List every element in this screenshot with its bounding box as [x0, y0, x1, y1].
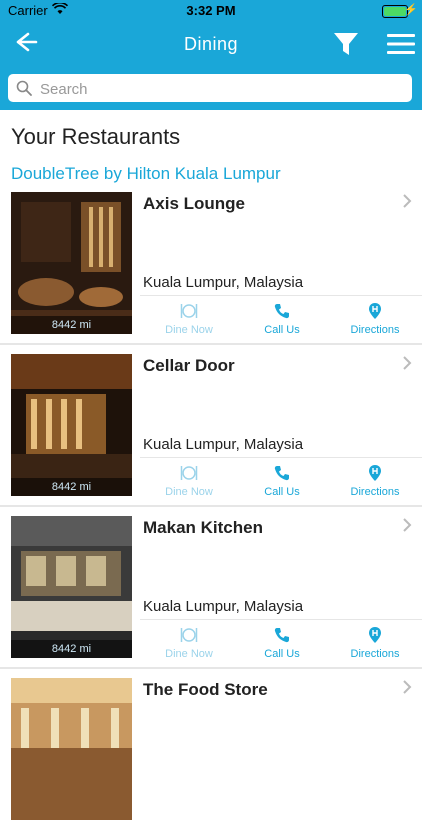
directions-label: Directions	[350, 648, 400, 660]
directions-button[interactable]: Directions	[328, 464, 422, 498]
phone-icon	[274, 304, 289, 319]
restaurant-photo-image	[11, 354, 132, 496]
dining-icon	[180, 466, 198, 480]
call-us-button[interactable]: Call Us	[235, 626, 329, 660]
dine-now-label: Dine Now	[165, 648, 213, 660]
call-us-button[interactable]: Call Us	[235, 464, 329, 498]
hotel-name[interactable]: DoubleTree by Hilton Kuala Lumpur	[11, 164, 281, 184]
distance-label: 8442 mi	[11, 640, 132, 658]
dine-now-label: Dine Now	[165, 324, 213, 336]
directions-button[interactable]: Directions	[328, 626, 422, 660]
restaurant-name[interactable]: Makan Kitchen	[143, 518, 263, 538]
directions-button[interactable]: Directions	[328, 302, 422, 336]
search-bar[interactable]	[8, 74, 412, 102]
dine-now-button[interactable]: Dine Now	[142, 626, 236, 660]
search-icon	[16, 80, 32, 96]
menu-icon[interactable]	[386, 32, 416, 56]
restaurant-photo: 8442 mi	[11, 516, 132, 658]
action-row: Dine Now Call Us Directions	[140, 295, 422, 336]
distance-label: 8442 mi	[11, 316, 132, 334]
restaurant-photo: 8442 mi	[11, 354, 132, 496]
navbar: Dining	[0, 22, 422, 66]
restaurant-name[interactable]: The Food Store	[143, 680, 268, 700]
map-pin-icon	[369, 303, 381, 319]
divider	[0, 667, 422, 669]
divider	[0, 343, 422, 345]
restaurant-photo-image	[11, 678, 132, 820]
dining-icon	[180, 628, 198, 642]
call-us-button[interactable]: Call Us	[235, 302, 329, 336]
directions-label: Directions	[350, 486, 400, 498]
restaurant-card[interactable]: 8442 mi Makan Kitchen Kuala Lumpur, Mala…	[0, 516, 422, 678]
action-row: Dine Now Call Us Directions	[140, 619, 422, 660]
distance-label: 8442 mi	[11, 478, 132, 496]
status-bar: Carrier 3:32 PM ⚡	[0, 0, 422, 22]
call-us-label: Call Us	[264, 486, 300, 498]
chevron-right-icon[interactable]	[402, 680, 412, 694]
phone-icon	[274, 466, 289, 481]
divider	[0, 505, 422, 507]
call-us-label: Call Us	[264, 324, 300, 336]
restaurant-location: Kuala Lumpur, Malaysia	[143, 436, 304, 453]
filter-icon[interactable]	[332, 30, 360, 58]
action-row: Dine Now Call Us Directions	[140, 457, 422, 498]
restaurant-location: Kuala Lumpur, Malaysia	[143, 598, 304, 615]
call-us-label: Call Us	[264, 648, 300, 660]
chevron-right-icon[interactable]	[402, 194, 412, 208]
restaurant-name[interactable]: Cellar Door	[143, 356, 235, 376]
dining-icon	[180, 304, 198, 318]
restaurant-photo: 8442 mi	[11, 192, 132, 334]
map-pin-icon	[369, 627, 381, 643]
chevron-right-icon[interactable]	[402, 518, 412, 532]
charging-icon: ⚡	[404, 4, 418, 16]
phone-icon	[274, 628, 289, 643]
restaurant-card[interactable]: The Food Store	[0, 678, 422, 840]
restaurant-photo-image	[11, 192, 132, 334]
map-pin-icon	[369, 465, 381, 481]
chevron-right-icon[interactable]	[402, 356, 412, 370]
restaurant-photo-image	[11, 516, 132, 658]
dine-now-button[interactable]: Dine Now	[142, 464, 236, 498]
dine-now-button[interactable]: Dine Now	[142, 302, 236, 336]
restaurant-photo	[11, 678, 132, 820]
restaurant-location: Kuala Lumpur, Malaysia	[143, 274, 304, 291]
section-title: Your Restaurants	[11, 124, 181, 149]
restaurant-card[interactable]: 8442 mi Axis Lounge Kuala Lumpur, Malays…	[0, 192, 422, 354]
header: Carrier 3:32 PM ⚡ Dining	[0, 0, 422, 110]
search-input[interactable]	[38, 77, 402, 101]
clock: 3:32 PM	[186, 3, 236, 18]
restaurant-card[interactable]: 8442 mi Cellar Door Kuala Lumpur, Malays…	[0, 354, 422, 516]
dine-now-label: Dine Now	[165, 486, 213, 498]
directions-label: Directions	[350, 324, 400, 336]
restaurant-name[interactable]: Axis Lounge	[143, 194, 245, 214]
